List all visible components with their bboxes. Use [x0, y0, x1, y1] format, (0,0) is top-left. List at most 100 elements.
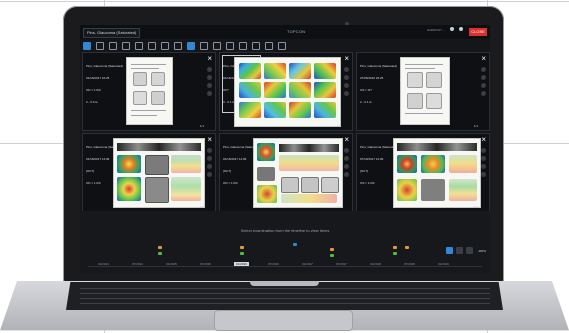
report-image[interactable]: [234, 57, 341, 127]
tool-dot-icon[interactable]: [207, 156, 212, 161]
tool-dot-icon[interactable]: [481, 83, 486, 88]
crosshair-icon[interactable]: [174, 41, 182, 50]
patient-tab[interactable]: Pins, Glaucoma (Saturated): [83, 28, 141, 38]
zoom-in-icon[interactable]: [148, 41, 156, 50]
exam-marker[interactable]: [293, 243, 297, 246]
panel-side-tools: [207, 67, 213, 99]
exam-marker[interactable]: [393, 246, 397, 249]
layout-1-icon[interactable]: [83, 41, 91, 50]
viewer-panel-2[interactable]: Pins, Glaucoma (Saturated) 01/16/2017 16…: [219, 52, 353, 131]
laptop-hinge: [250, 281, 319, 286]
report-image[interactable]: [393, 138, 481, 208]
timeline-date[interactable]: 01/2019: [438, 262, 449, 266]
zoom-out-icon[interactable]: [456, 247, 464, 254]
tool-dot-icon[interactable]: [207, 164, 212, 169]
trackpad: [214, 310, 353, 331]
panel-test: OS = 1:0/0: [360, 181, 375, 185]
exam-marker[interactable]: [240, 252, 244, 255]
tool-dot-icon[interactable]: [344, 91, 349, 96]
viewer-grid: Pins, Glaucoma (Saturated) 01/16/2017 16…: [82, 52, 490, 212]
tool-dot-icon[interactable]: [207, 83, 212, 88]
top-right-label: HARMONY ...: [426, 28, 446, 32]
timeline-zoom-value[interactable]: 400%: [478, 249, 486, 253]
compare-icon[interactable]: [187, 41, 195, 50]
tool-dot-icon[interactable]: [344, 83, 349, 88]
viewer-panel-4[interactable]: Pins, Glaucoma (Saturated) 01/16/2017 14…: [82, 133, 216, 212]
exam-marker[interactable]: [405, 246, 409, 249]
panel-close-icon[interactable]: ×: [207, 54, 212, 63]
viewer-panel-3[interactable]: Pins, Glaucoma (Saturated) 07/05/2016 18…: [356, 52, 490, 131]
exam-marker[interactable]: [158, 246, 162, 249]
history-icon[interactable]: [278, 41, 286, 50]
ruler-icon[interactable]: [239, 41, 247, 50]
tool-dot-icon[interactable]: [481, 91, 486, 96]
tool-dot-icon[interactable]: [481, 172, 486, 177]
pin-icon[interactable]: [265, 41, 273, 50]
timeline-date[interactable]: 01/2015: [166, 262, 177, 266]
tool-dot-icon[interactable]: [481, 148, 486, 153]
panel-test: 2 - 0.6 ts: [86, 100, 98, 104]
toolbar: [80, 40, 490, 51]
close-button[interactable]: CLOSE: [469, 28, 487, 36]
exam-marker[interactable]: [158, 252, 162, 255]
report-image[interactable]: [400, 57, 450, 125]
tool-dot-icon[interactable]: [207, 148, 212, 153]
user-icon[interactable]: [450, 27, 455, 31]
timeline-message: Select examination from the timeline to …: [240, 228, 330, 233]
panel-close-icon[interactable]: ×: [481, 135, 486, 144]
tool-dot-icon[interactable]: [481, 75, 486, 80]
adjust-icon[interactable]: [213, 41, 221, 50]
timeline-date[interactable]: 01/2018: [370, 262, 381, 266]
tool-dot-icon[interactable]: [344, 156, 349, 161]
tool-dot-icon[interactable]: [481, 156, 486, 161]
timeline-date[interactable]: 07/2017: [336, 262, 347, 266]
timeline-date[interactable]: 01/2017: [302, 262, 313, 266]
report-image[interactable]: [126, 57, 173, 125]
timeline-date[interactable]: 01/2014: [98, 262, 109, 266]
exam-marker[interactable]: [330, 254, 334, 257]
exam-marker[interactable]: [393, 252, 397, 255]
tool-dot-icon[interactable]: [481, 67, 486, 72]
exam-marker[interactable]: [330, 248, 334, 251]
timeline-date-selected[interactable]: 01/2016: [234, 262, 249, 266]
zoom-out-icon[interactable]: [161, 41, 169, 50]
timeline-date[interactable]: 07/2015: [200, 262, 211, 266]
panel-side-tools: [207, 148, 213, 180]
report-image[interactable]: [113, 138, 205, 208]
tool-dot-icon[interactable]: [344, 172, 349, 177]
key-row: [80, 288, 490, 289]
timeline-date[interactable]: 07/2014: [132, 262, 143, 266]
flip-icon[interactable]: [226, 41, 234, 50]
panel-close-icon[interactable]: ×: [344, 54, 349, 63]
exam-marker[interactable]: [240, 246, 244, 249]
viewer-panel-5[interactable]: Pins, Glaucoma (Saturated) 01/16/2017 14…: [219, 133, 353, 212]
tool-dot-icon[interactable]: [207, 67, 212, 72]
panel-date: 01/16/2017 16:25: [86, 76, 110, 80]
zoom-fit-icon[interactable]: [135, 41, 143, 50]
viewer-panel-1[interactable]: Pins, Glaucoma (Saturated) 01/16/2017 16…: [82, 52, 216, 131]
tool-dot-icon[interactable]: [207, 75, 212, 80]
link-icon[interactable]: [122, 41, 130, 50]
tool-dot-icon[interactable]: [207, 172, 212, 177]
timeline-date[interactable]: 07/2018: [404, 262, 415, 266]
tool-dot-icon[interactable]: [344, 164, 349, 169]
timeline-view-icon[interactable]: [446, 247, 454, 254]
panel-close-icon[interactable]: ×: [344, 135, 349, 144]
timeline-date[interactable]: 07/2016: [268, 262, 279, 266]
tool-dot-icon[interactable]: [344, 67, 349, 72]
panel-close-icon[interactable]: ×: [481, 54, 486, 63]
tool-dot-icon[interactable]: [207, 91, 212, 96]
rotate-icon[interactable]: [200, 41, 208, 50]
panel-close-icon[interactable]: ×: [207, 135, 212, 144]
tool-dot-icon[interactable]: [344, 148, 349, 153]
tool-dot-icon[interactable]: [481, 164, 486, 169]
tool-dot-icon[interactable]: [344, 75, 349, 80]
annotate-icon[interactable]: [252, 41, 260, 50]
panel-date: 07/16/2017 14:06: [360, 157, 384, 161]
report-image[interactable]: [253, 138, 343, 208]
viewer-panel-6[interactable]: Pins, Glaucoma (Saturated) 07/16/2017 14…: [356, 133, 490, 212]
layout-3-icon[interactable]: [109, 41, 117, 50]
settings-icon[interactable]: [459, 27, 463, 31]
layout-2-icon[interactable]: [96, 41, 104, 50]
zoom-in-icon[interactable]: [466, 247, 474, 254]
